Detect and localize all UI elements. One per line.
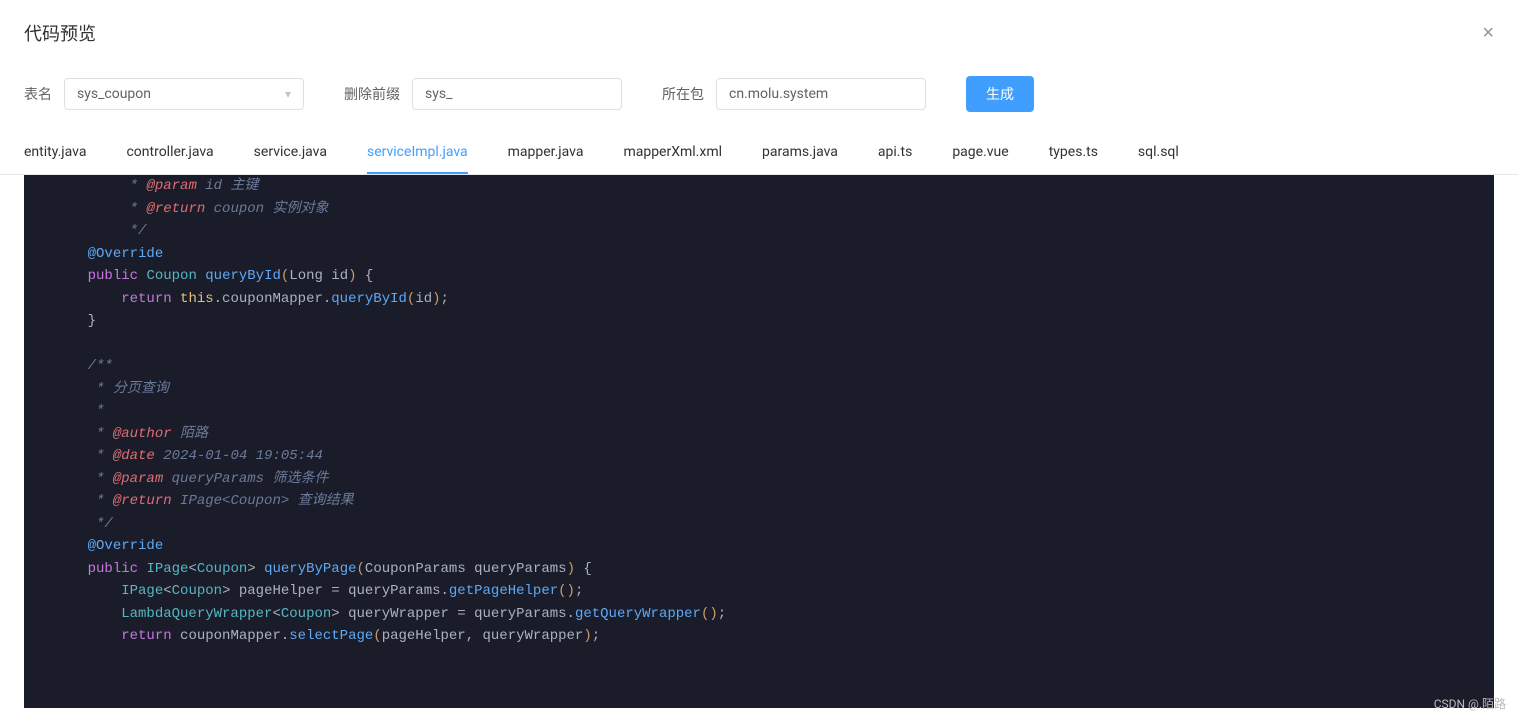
form-item-table: 表名 sys_coupon ▾ [24, 78, 304, 110]
code-line: public Coupon queryById(Long id) { [54, 265, 1464, 288]
code-line: * @author 陌路 [54, 423, 1464, 446]
form-item-package: 所在包 cn.molu.system [662, 78, 926, 110]
package-input-value: cn.molu.system [729, 86, 828, 102]
modal-title: 代码预览 [24, 20, 96, 46]
tab-api-ts[interactable]: api.ts [878, 132, 912, 174]
code-line: return this.couponMapper.queryById(id); [54, 288, 1464, 311]
code-line: */ [54, 513, 1464, 536]
form-row: 表名 sys_coupon ▾ 删除前缀 sys_ 所在包 cn.molu.sy… [0, 66, 1518, 132]
tab-page-vue[interactable]: page.vue [952, 132, 1008, 174]
table-select-value: sys_coupon [77, 86, 151, 102]
code-line: IPage<Coupon> pageHelper = queryParams.g… [54, 580, 1464, 603]
code-line: * 分页查询 [54, 378, 1464, 401]
tab-sql-sql[interactable]: sql.sql [1138, 132, 1179, 174]
tab-types-ts[interactable]: types.ts [1049, 132, 1098, 174]
prefix-label: 删除前缀 [344, 84, 400, 104]
code-line: */ [54, 220, 1464, 243]
package-label: 所在包 [662, 84, 704, 104]
tab-entity-java[interactable]: entity.java [24, 132, 86, 174]
package-input[interactable]: cn.molu.system [716, 78, 926, 110]
chevron-down-icon: ▾ [285, 87, 291, 101]
code-line: * @return IPage<Coupon> 查询结果 [54, 490, 1464, 513]
prefix-input[interactable]: sys_ [412, 78, 622, 110]
code-line: * @param queryParams 筛选条件 [54, 468, 1464, 491]
code-line: @Override [54, 535, 1464, 558]
modal-header: 代码预览 × [0, 0, 1518, 66]
generate-button[interactable]: 生成 [966, 76, 1034, 112]
table-select[interactable]: sys_coupon ▾ [64, 78, 304, 110]
watermark: CSDN @.陌路 [1434, 695, 1506, 712]
code-line: LambdaQueryWrapper<Coupon> queryWrapper … [54, 603, 1464, 626]
code-line: * @date 2024-01-04 19:05:44 [54, 445, 1464, 468]
code-line: } [54, 310, 1464, 333]
tab-params-java[interactable]: params.java [762, 132, 838, 174]
table-label: 表名 [24, 84, 52, 104]
tab-mapper-java[interactable]: mapper.java [508, 132, 584, 174]
code-block: * @param id 主键 * @return coupon 实例对象 */ … [24, 175, 1494, 648]
close-icon[interactable]: × [1482, 23, 1494, 43]
code-line: public IPage<Coupon> queryByPage(CouponP… [54, 558, 1464, 581]
code-line [54, 333, 1464, 356]
code-line: * @param id 主键 [54, 175, 1464, 198]
code-line: * @return coupon 实例对象 [54, 198, 1464, 221]
tab-serviceImpl-java[interactable]: serviceImpl.java [367, 132, 468, 174]
code-line: * [54, 400, 1464, 423]
code-line: @Override [54, 243, 1464, 266]
code-preview-modal: 代码预览 × 表名 sys_coupon ▾ 删除前缀 sys_ 所在包 cn.… [0, 0, 1518, 718]
tabs: entity.java controller.java service.java se… [0, 132, 1518, 175]
tab-service-java[interactable]: service.java [254, 132, 327, 174]
tab-controller-java[interactable]: controller.java [126, 132, 213, 174]
code-line: return couponMapper.selectPage(pageHelpe… [54, 625, 1464, 648]
tab-mapperXml-xml[interactable]: mapperXml.xml [623, 132, 722, 174]
code-line: /** [54, 355, 1464, 378]
code-container[interactable]: * @param id 主键 * @return coupon 实例对象 */ … [24, 175, 1494, 708]
form-item-prefix: 删除前缀 sys_ [344, 78, 622, 110]
prefix-input-value: sys_ [425, 86, 452, 102]
